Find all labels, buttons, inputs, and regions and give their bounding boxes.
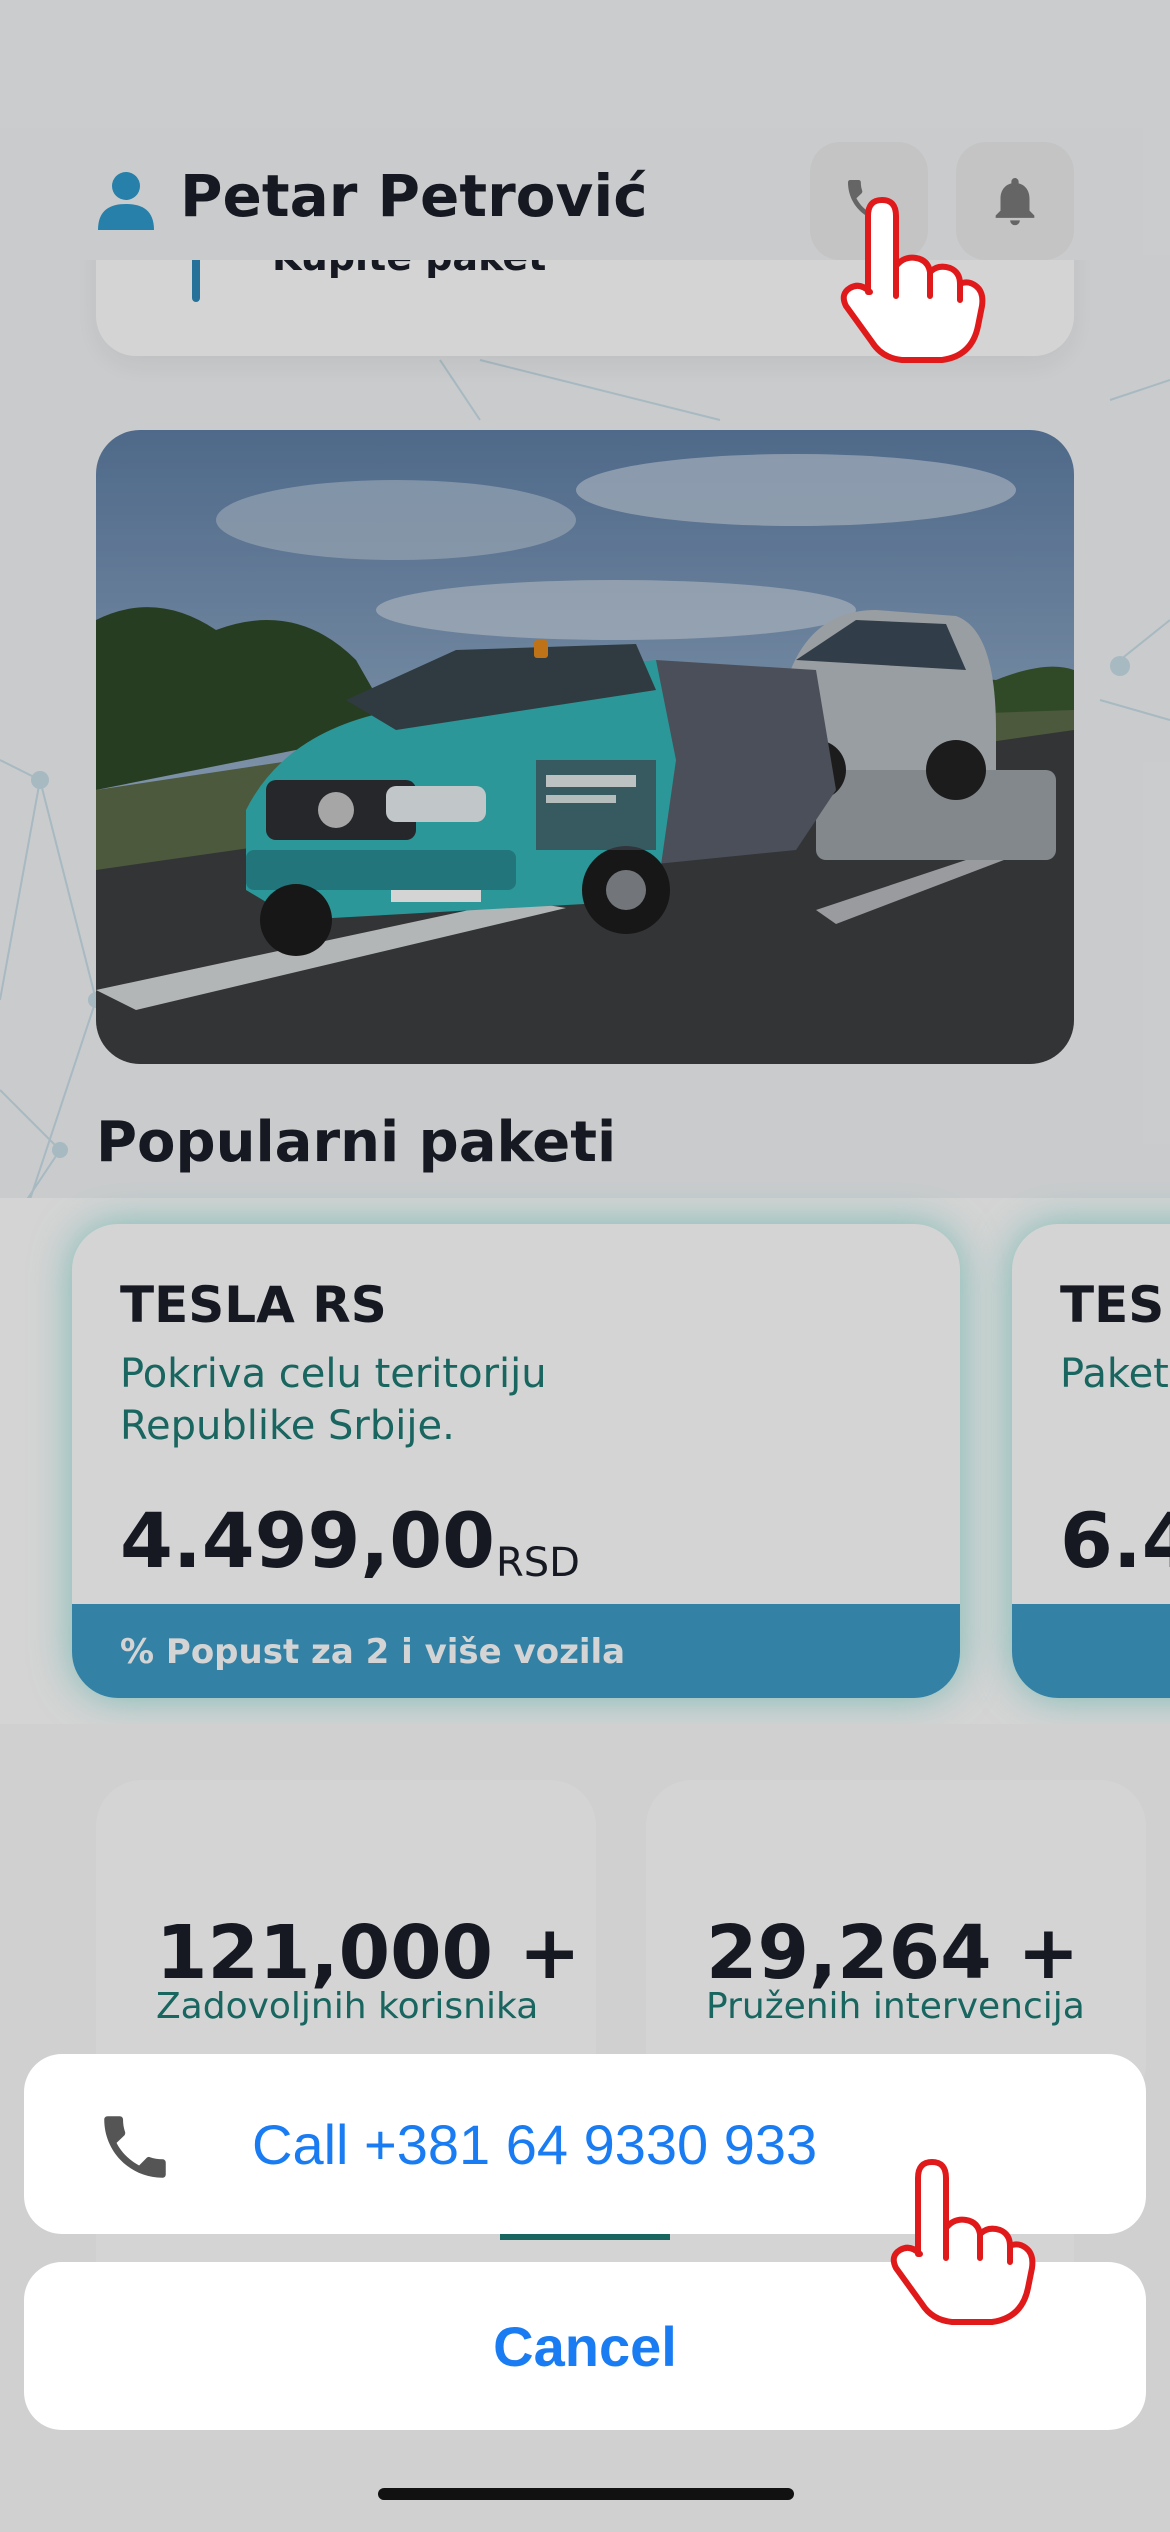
call-label: Call +381 64 9330 933	[252, 2113, 818, 2176]
app-screen: Kupite paket Petar Petrović	[0, 0, 1170, 2532]
phone-icon	[104, 2116, 166, 2178]
tap-hand-icon	[840, 197, 986, 363]
home-indicator[interactable]	[378, 2488, 794, 2500]
tap-hand-icon	[890, 2159, 1036, 2325]
cancel-label: Cancel	[493, 2314, 677, 2378]
